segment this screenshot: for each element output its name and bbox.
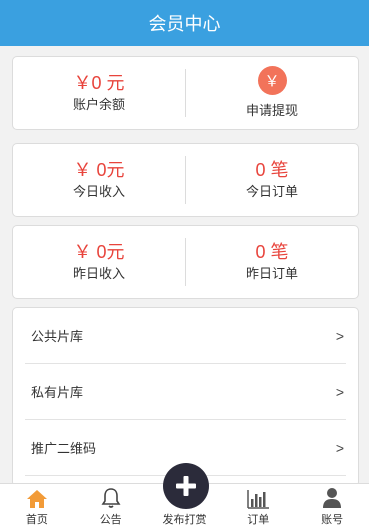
tab-home[interactable]: 首页 — [0, 484, 74, 528]
balance-card: ￥0 元 账户余额 ￥ 申请提现 — [12, 56, 359, 130]
today-orders: 0 笔 今日订单 — [186, 144, 358, 216]
yen-icon: ￥ — [257, 66, 287, 95]
home-icon — [26, 490, 47, 508]
tab-label: 订单 — [247, 514, 270, 526]
yesterday-income: ￥ 0元 昨日收入 — [13, 226, 185, 298]
withdraw-button[interactable]: ￥ 申请提现 — [186, 57, 358, 129]
today-income-amount: ￥ 0元 — [73, 160, 125, 180]
menu-item-public-library[interactable]: 公共片库 > — [25, 308, 346, 364]
yesterday-orders-label: 昨日订单 — [245, 266, 298, 281]
today-orders-count: 0 笔 — [255, 160, 289, 180]
chevron-right-icon: > — [335, 439, 344, 456]
today-orders-label: 今日订单 — [245, 184, 298, 199]
today-income: ￥ 0元 今日收入 — [13, 144, 185, 216]
today-stats-card: ￥ 0元 今日收入 0 笔 今日订单 — [12, 143, 359, 217]
tab-orders[interactable]: 订单 — [221, 484, 295, 528]
publish-reward-button[interactable] — [163, 463, 209, 509]
menu-item-label: 推广二维码 — [31, 441, 97, 456]
yesterday-stats-card: ￥ 0元 昨日收入 0 笔 昨日订单 — [12, 225, 359, 299]
tab-label: 公告 — [99, 514, 122, 526]
page-header: 会员中心 — [0, 0, 369, 46]
chevron-right-icon: > — [335, 383, 344, 400]
tab-label: 账号 — [321, 514, 344, 526]
tab-account[interactable]: 账号 — [295, 484, 369, 528]
yesterday-orders-count: 0 笔 — [255, 242, 289, 262]
page-title: 会员中心 — [148, 14, 221, 34]
tab-label: 发布打赏 — [162, 514, 207, 526]
menu-item-private-library[interactable]: 私有片库 > — [25, 364, 346, 420]
balance-amount: ￥0 元 — [73, 73, 125, 93]
account-balance: ￥0 元 账户余额 — [13, 57, 185, 129]
bar-chart-icon — [247, 490, 270, 509]
today-income-label: 今日收入 — [72, 184, 125, 199]
yesterday-income-label: 昨日收入 — [72, 266, 125, 281]
tab-notice[interactable]: 公告 — [74, 484, 148, 528]
plus-icon — [176, 476, 196, 496]
yesterday-orders: 0 笔 昨日订单 — [186, 226, 358, 298]
yesterday-income-amount: ￥ 0元 — [73, 242, 125, 262]
bell-icon — [101, 488, 121, 508]
chevron-right-icon: > — [335, 327, 344, 344]
balance-label: 账户余额 — [72, 97, 125, 112]
menu-item-label: 公共片库 — [31, 329, 84, 344]
menu-list: 公共片库 > 私有片库 > 推广二维码 > — [12, 307, 359, 487]
tab-label: 首页 — [25, 514, 48, 526]
menu-item-label: 私有片库 — [31, 385, 84, 400]
user-icon — [323, 488, 342, 508]
withdraw-label: 申请提现 — [245, 103, 298, 118]
